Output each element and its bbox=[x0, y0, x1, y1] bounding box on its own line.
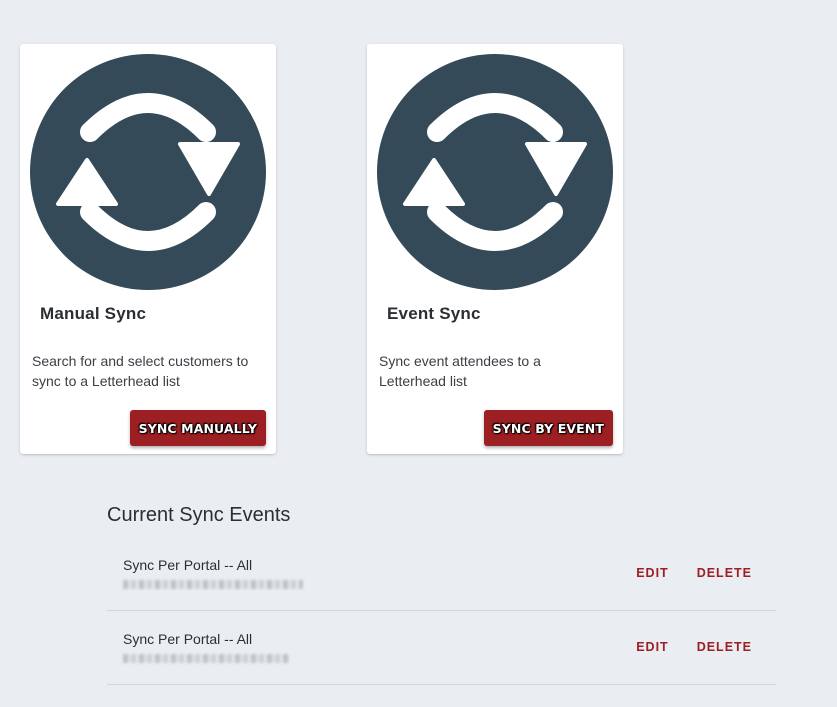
current-sync-events-heading: Current Sync Events bbox=[107, 504, 291, 526]
redacted-detail bbox=[123, 580, 303, 589]
sync-events-list: Sync Per Portal -- All EDIT DELETE Sync … bbox=[107, 537, 776, 685]
sync-icon bbox=[377, 54, 613, 290]
edit-button[interactable]: EDIT bbox=[636, 640, 668, 654]
list-item: Sync Per Portal -- All EDIT DELETE bbox=[107, 611, 776, 685]
list-item: Sync Per Portal -- All EDIT DELETE bbox=[107, 537, 776, 611]
card-description: Search for and select customers to sync … bbox=[32, 353, 249, 389]
edit-button[interactable]: EDIT bbox=[636, 566, 668, 580]
event-name: Sync Per Portal -- All bbox=[123, 557, 253, 573]
card-title: Manual Sync bbox=[40, 304, 147, 323]
sync-icon bbox=[30, 54, 266, 290]
card-description: Sync event attendees to a Letterhead lis… bbox=[379, 353, 541, 389]
event-name: Sync Per Portal -- All bbox=[123, 631, 253, 647]
event-sync-card: Event Sync Sync event attendees to a Let… bbox=[367, 44, 623, 454]
delete-button[interactable]: DELETE bbox=[697, 640, 752, 654]
redacted-detail bbox=[123, 654, 289, 663]
sync-manually-button[interactable]: SYNC MANUALLY bbox=[129, 410, 266, 446]
delete-button[interactable]: DELETE bbox=[697, 566, 752, 580]
sync-by-event-button[interactable]: SYNC BY EVENT bbox=[483, 410, 613, 446]
manual-sync-card: Manual Sync Search for and select custom… bbox=[20, 44, 276, 454]
card-title: Event Sync bbox=[387, 304, 481, 323]
event-actions: EDIT DELETE bbox=[636, 566, 752, 580]
event-actions: EDIT DELETE bbox=[636, 640, 752, 654]
